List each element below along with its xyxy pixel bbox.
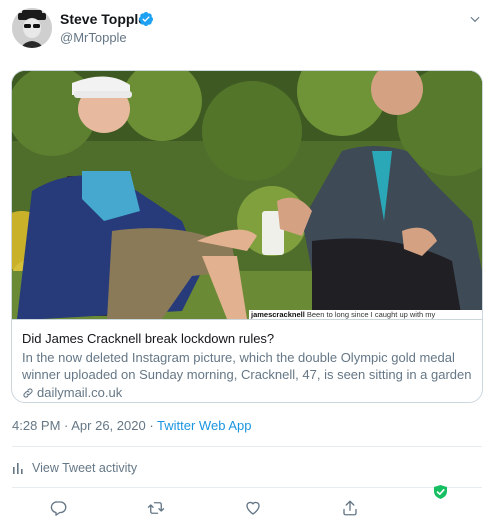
reply-button[interactable]: [46, 496, 72, 520]
view-tweet-activity-label: View Tweet activity: [32, 461, 138, 475]
view-tweet-activity[interactable]: View Tweet activity: [12, 460, 137, 476]
tweet-actions: [0, 496, 493, 522]
retweet-icon: [147, 502, 165, 514]
card-domain[interactable]: dailymail.co.uk: [22, 384, 472, 401]
divider: [12, 487, 482, 488]
bar-chart-icon: [13, 463, 23, 474]
share-button[interactable]: [337, 496, 363, 520]
card-image: jamescracknell Been to long since I caug…: [12, 71, 482, 319]
link-icon: [23, 387, 33, 398]
shield-check-icon: [434, 485, 447, 499]
card-title[interactable]: Did James Cracknell break lockdown rules…: [22, 330, 472, 347]
verified-badge-icon: [138, 12, 153, 26]
meta-separator: ·: [145, 418, 158, 433]
image-caption-text: Been to long since I caught up with my: [304, 310, 436, 319]
card-description: In the now deleted Instagram picture, wh…: [22, 350, 472, 382]
tweet-source[interactable]: Twitter Web App: [157, 418, 251, 433]
image-caption-user: jamescracknell: [251, 310, 305, 319]
divider: [12, 446, 482, 447]
author-handle[interactable]: @MrTopple: [60, 30, 127, 45]
tweet-meta: 4:28 PM · Apr 26, 2020 · Twitter Web App: [12, 418, 251, 433]
chevron-down-icon[interactable]: [468, 12, 482, 26]
card-body[interactable]: Did James Cracknell break lockdown rules…: [12, 319, 482, 402]
heart-icon: [246, 501, 260, 515]
reply-icon: [50, 501, 67, 516]
author-name[interactable]: Steve Topple: [60, 11, 146, 27]
link-preview-card[interactable]: jamescracknell Been to long since I caug…: [11, 70, 483, 403]
tweet-header: Steve Topple @MrTopple: [0, 0, 493, 60]
avatar[interactable]: [12, 8, 52, 48]
like-button[interactable]: [240, 496, 266, 520]
retweet-button[interactable]: [143, 496, 169, 520]
tweet-timestamp[interactable]: 4:28 PM · Apr 26, 2020: [12, 418, 146, 433]
card-domain-text: dailymail.co.uk: [37, 385, 123, 400]
share-icon: [343, 500, 357, 516]
image-caption: jamescracknell Been to long since I caug…: [249, 310, 482, 319]
